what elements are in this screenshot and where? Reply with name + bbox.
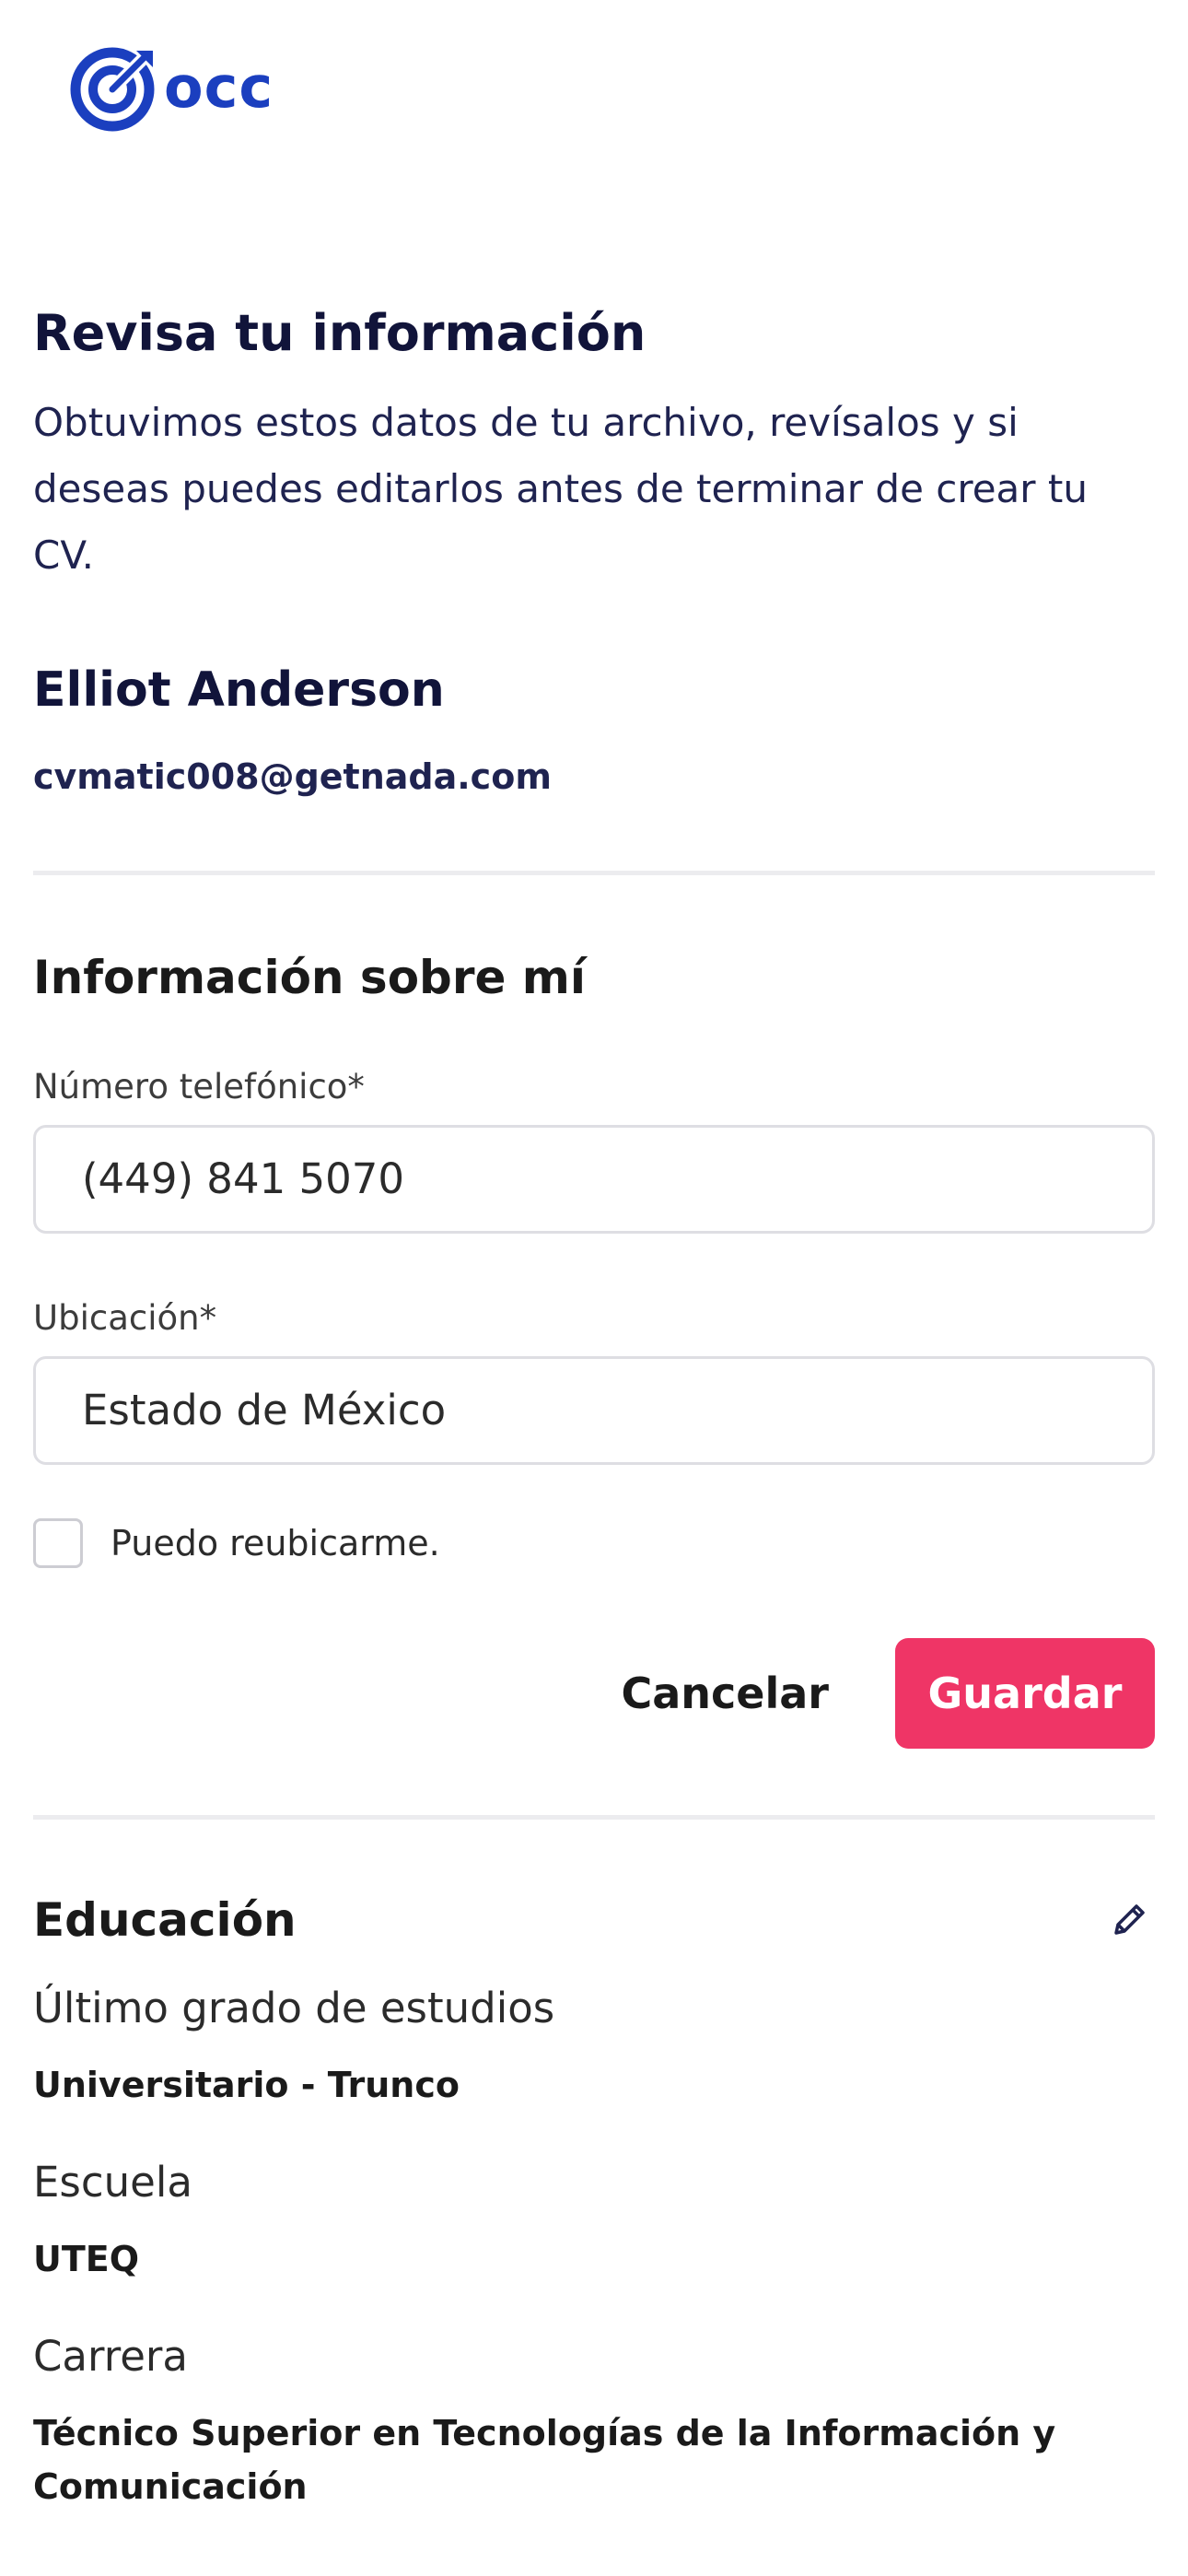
phone-input[interactable] <box>33 1124 1155 1234</box>
location-input[interactable] <box>33 1355 1155 1465</box>
form-actions: Cancelar Guardar <box>33 1637 1155 1749</box>
section-title-about: Información sobre mí <box>33 950 587 1004</box>
user-name: Elliot Anderson <box>33 662 445 718</box>
pencil-icon[interactable] <box>1103 1894 1155 1946</box>
page: occ Revisa tu información Obtuvimos esto… <box>0 0 1188 2576</box>
career-label: Carrera <box>33 2331 188 2381</box>
school-label: Escuela <box>33 2157 192 2207</box>
occ-logo[interactable]: occ <box>70 43 274 132</box>
logo-text: occ <box>164 53 274 121</box>
user-email: cvmatic008@getnada.com <box>33 755 552 797</box>
relocate-checkbox[interactable] <box>33 1517 83 1568</box>
career-value: Técnico Superior en Tecnologías de la In… <box>33 2412 1056 2507</box>
degree-value: Universitario - Trunco <box>33 2064 460 2105</box>
page-title: Revisa tu información <box>33 304 646 362</box>
target-icon <box>70 43 158 132</box>
education-header: Educación <box>33 1893 1155 1947</box>
divider <box>33 870 1155 875</box>
degree-label: Último grado de estudios <box>33 1983 555 2032</box>
section-title-education: Educación <box>33 1892 297 1947</box>
location-label: Ubicación* <box>33 1297 217 1338</box>
header: occ <box>33 0 1155 175</box>
phone-label: Número telefónico* <box>33 1066 365 1107</box>
relocate-option[interactable]: Puedo reubicarme. <box>33 1517 1155 1568</box>
save-button[interactable]: Guardar <box>895 1637 1155 1749</box>
cancel-button[interactable]: Cancelar <box>621 1669 829 1718</box>
intro-description: Obtuvimos estos datos de tu archivo, rev… <box>33 399 1088 578</box>
relocate-label[interactable]: Puedo reubicarme. <box>111 1523 440 1563</box>
school-value: UTEQ <box>33 2238 140 2279</box>
divider <box>33 1814 1155 1820</box>
